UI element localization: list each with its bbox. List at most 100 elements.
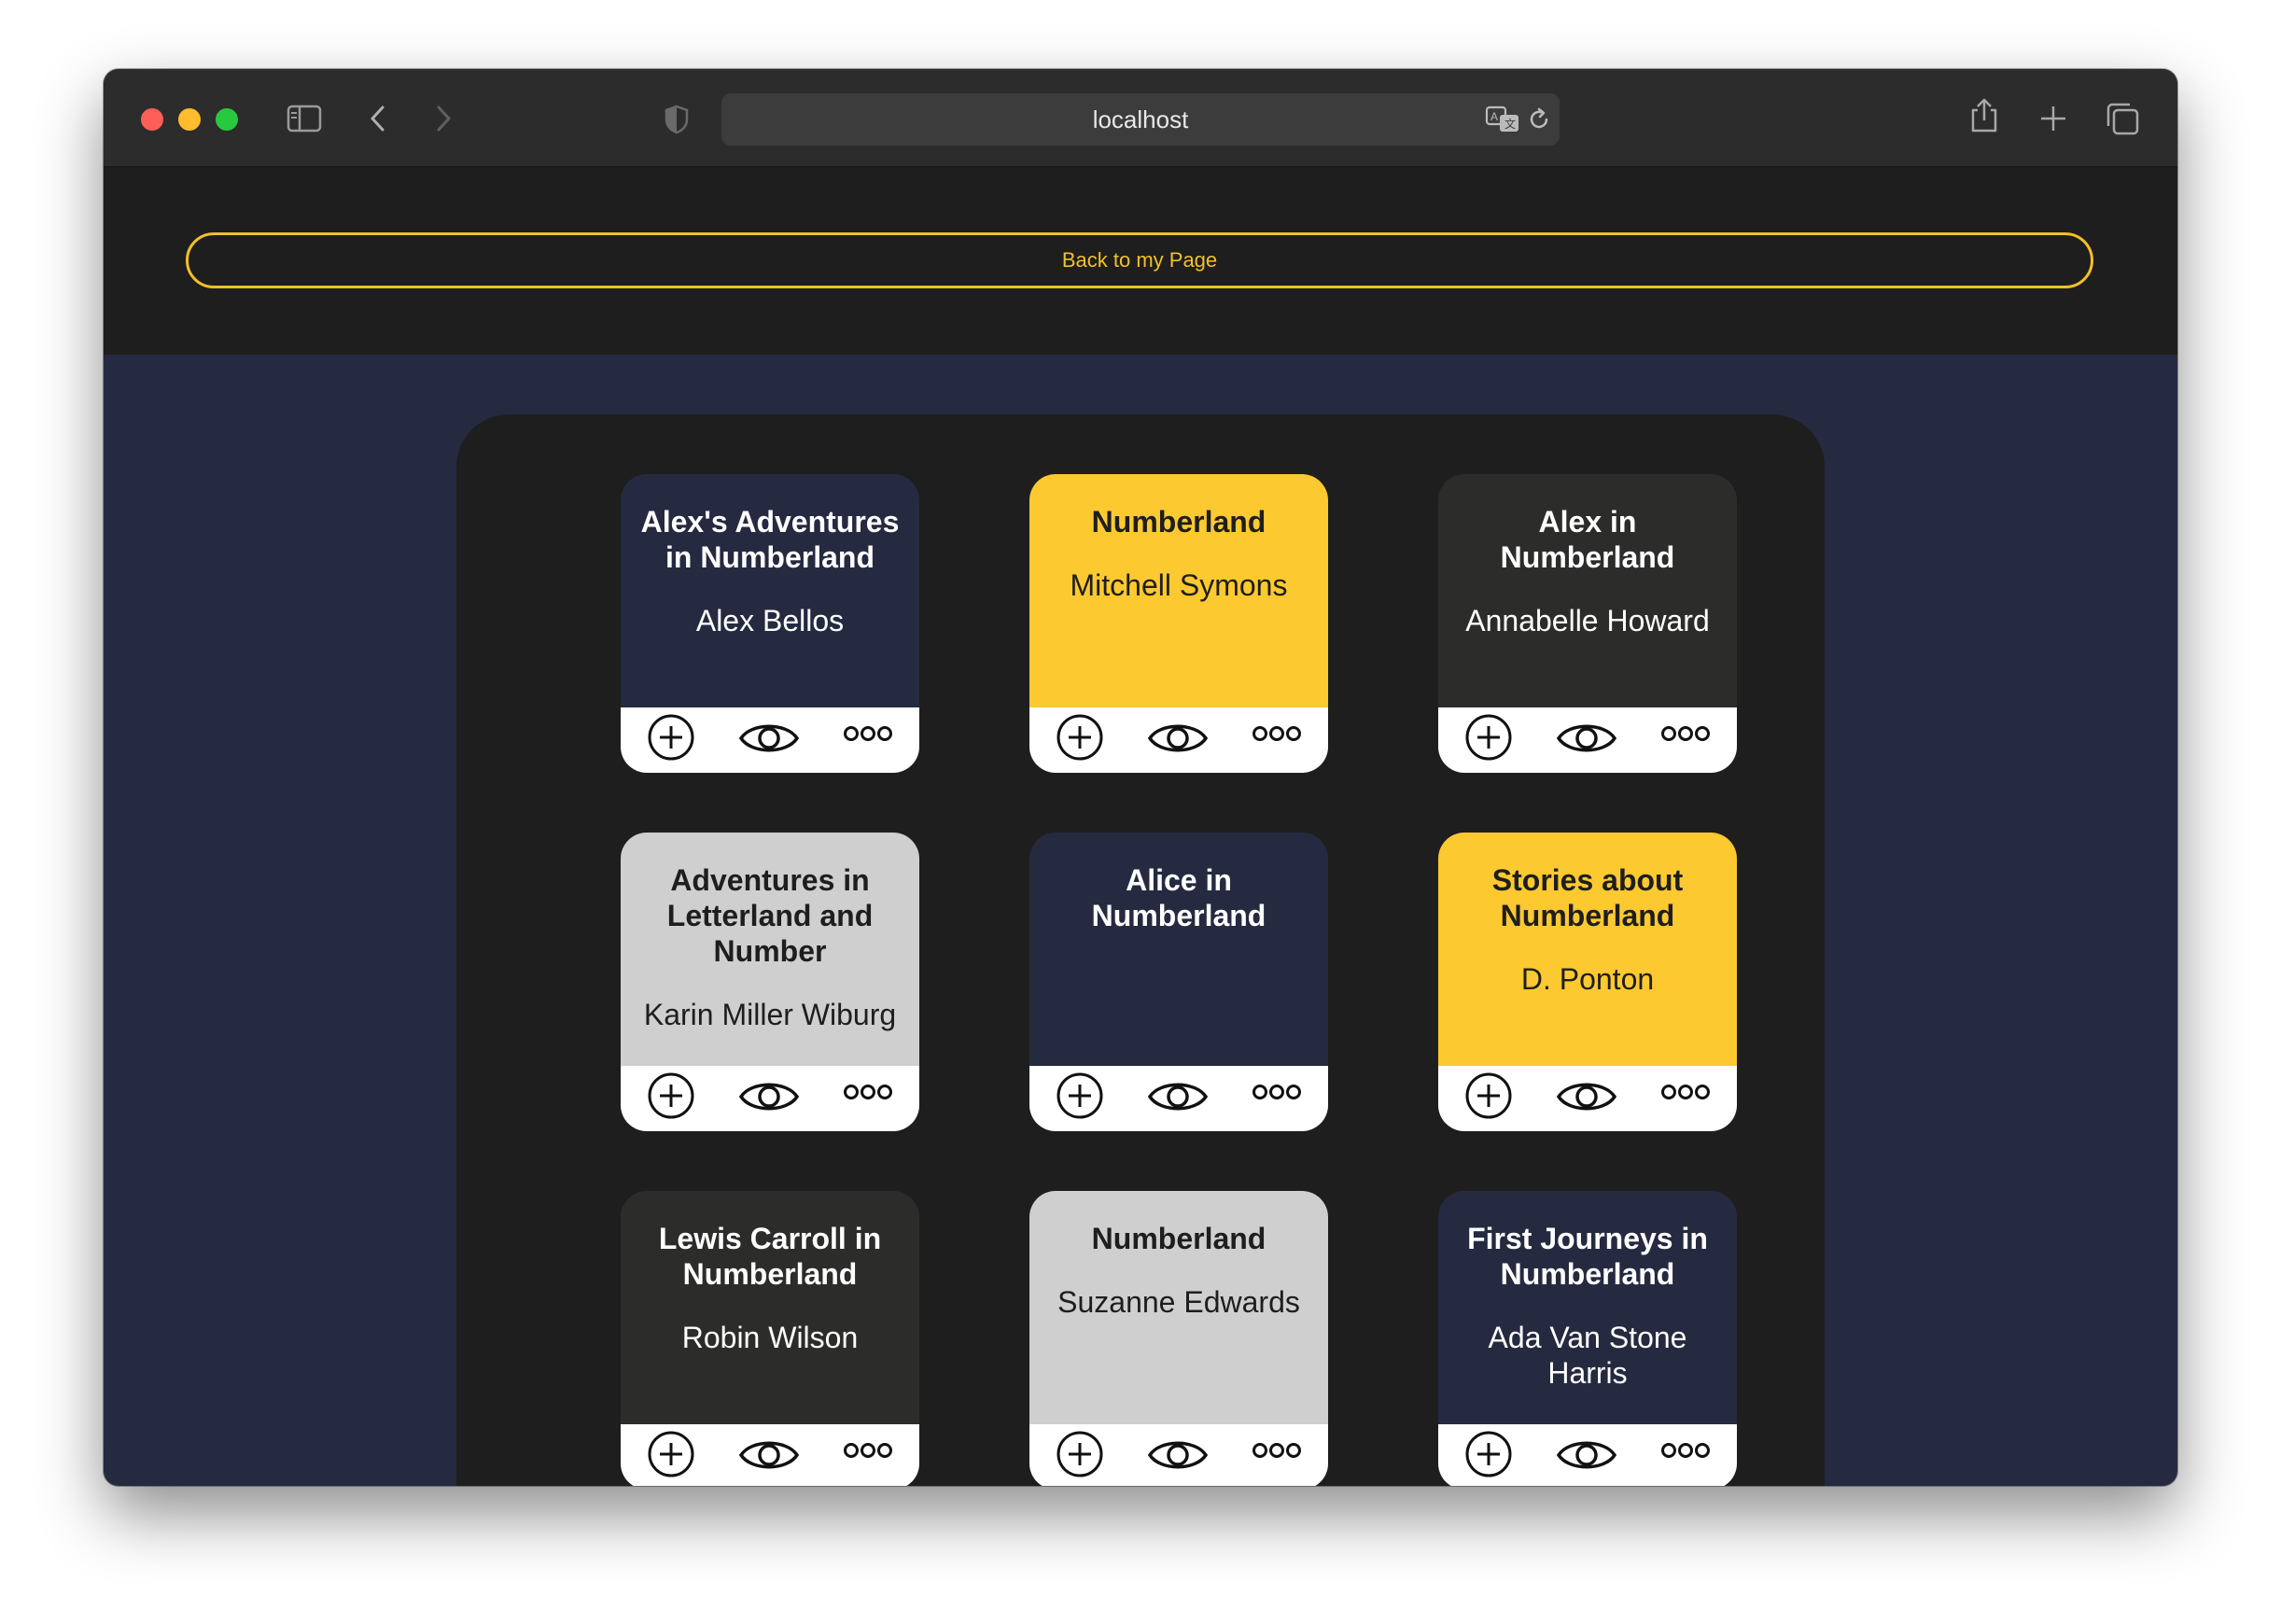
book-card-cover: Lewis Carroll in Numberland Robin Wilson	[621, 1191, 919, 1424]
view-book-button[interactable]	[1147, 1434, 1209, 1477]
more-dots-icon	[844, 726, 892, 741]
book-card-actions	[1438, 1424, 1737, 1486]
add-book-button[interactable]	[1056, 1430, 1104, 1478]
book-card[interactable]: Numberland Mitchell Symons	[1029, 474, 1328, 773]
book-title: Stories about Numberland	[1491, 863, 1684, 932]
more-dots-icon	[1252, 1085, 1301, 1099]
sidebar-icon[interactable]	[287, 105, 322, 133]
plus-circle-icon	[1057, 714, 1103, 761]
add-book-button[interactable]	[1464, 1071, 1513, 1120]
book-title: Alice in Numberland	[1091, 863, 1266, 932]
book-card-actions	[621, 1066, 919, 1131]
book-card[interactable]: Stories about Numberland D. Ponton	[1438, 833, 1737, 1131]
share-icon[interactable]	[1968, 97, 2000, 134]
more-dots-icon	[1252, 726, 1301, 741]
more-options-button[interactable]	[843, 1083, 893, 1101]
book-author: Suzanne Edwards	[1057, 1285, 1300, 1319]
book-card-actions	[621, 707, 919, 773]
book-card-actions	[1438, 707, 1737, 773]
eye-icon	[1556, 1083, 1617, 1111]
more-dots-icon	[844, 1443, 892, 1458]
plus-circle-icon	[648, 1431, 694, 1477]
book-author: Annabelle Howard	[1465, 604, 1710, 637]
view-book-button[interactable]	[738, 1075, 800, 1118]
add-book-button[interactable]	[1464, 713, 1513, 762]
more-options-button[interactable]	[1252, 1083, 1302, 1101]
eye-icon	[1147, 1083, 1209, 1111]
view-book-button[interactable]	[738, 1434, 800, 1477]
book-card[interactable]: Adventures in Letterland and Number Karin…	[621, 833, 919, 1131]
book-card[interactable]: Numberland Suzanne Edwards	[1029, 1191, 1328, 1486]
plus-circle-icon	[648, 1072, 694, 1119]
plus-circle-icon	[1465, 1431, 1512, 1477]
add-book-button[interactable]	[647, 1071, 695, 1120]
more-options-button[interactable]	[1660, 1083, 1711, 1101]
tab-overview-icon[interactable]	[2105, 101, 2140, 136]
view-book-button[interactable]	[1147, 717, 1209, 760]
more-options-button[interactable]	[1660, 1441, 1711, 1460]
more-dots-icon	[1661, 1443, 1710, 1458]
more-options-button[interactable]	[1252, 724, 1302, 743]
book-title: Numberland	[1091, 1222, 1266, 1255]
more-dots-icon	[1661, 726, 1710, 741]
view-book-button[interactable]	[1147, 1075, 1209, 1118]
book-card-actions	[1029, 1424, 1328, 1486]
svg-text:A: A	[1490, 110, 1498, 123]
view-book-button[interactable]	[1556, 1434, 1617, 1477]
book-card-cover: Alex's Adventures in Numberland Alex Bell…	[621, 474, 919, 707]
view-book-button[interactable]	[1556, 717, 1617, 760]
add-book-button[interactable]	[647, 1430, 695, 1478]
plus-circle-icon	[1465, 714, 1512, 761]
book-card-cover: Stories about Numberland D. Ponton	[1438, 833, 1737, 1066]
book-card[interactable]: First Journeys in Numberland Ada Van Ston…	[1438, 1191, 1737, 1486]
add-book-button[interactable]	[1056, 713, 1104, 762]
url-text: localhost	[1092, 105, 1189, 133]
forward-nav-icon[interactable]	[434, 105, 453, 133]
reload-icon[interactable]	[1526, 106, 1552, 133]
eye-icon	[738, 1083, 800, 1111]
address-bar[interactable]: localhost A文	[721, 93, 1560, 146]
book-card[interactable]: Alex's Adventures in Numberland Alex Bell…	[621, 474, 919, 773]
add-book-button[interactable]	[1464, 1430, 1513, 1478]
eye-icon	[738, 1441, 800, 1469]
plus-circle-icon	[1057, 1072, 1103, 1119]
minimize-window-button[interactable]	[178, 108, 201, 131]
eye-icon	[738, 724, 800, 752]
back-nav-icon[interactable]	[369, 105, 387, 133]
more-options-button[interactable]	[843, 1441, 893, 1460]
book-title: Alex in Numberland	[1500, 505, 1675, 574]
eye-icon	[1147, 724, 1209, 752]
book-card-actions	[1029, 1066, 1328, 1131]
close-window-button[interactable]	[141, 108, 163, 131]
book-card[interactable]: Alex in Numberland Annabelle Howard	[1438, 474, 1737, 773]
more-dots-icon	[1661, 1085, 1710, 1099]
eye-icon	[1556, 1441, 1617, 1469]
book-author: Mitchell Symons	[1070, 568, 1288, 602]
view-book-button[interactable]	[1556, 1075, 1617, 1118]
add-book-button[interactable]	[647, 713, 695, 762]
translate-icon[interactable]: A文	[1485, 105, 1520, 134]
plus-circle-icon	[1057, 1431, 1103, 1477]
back-to-my-page-button[interactable]: Back to my Page	[186, 232, 2093, 288]
book-title: Numberland	[1091, 505, 1266, 539]
book-card-actions	[1438, 1066, 1737, 1131]
add-book-button[interactable]	[1056, 1071, 1104, 1120]
book-card[interactable]: Alice in Numberland	[1029, 833, 1328, 1131]
privacy-shield-icon[interactable]	[664, 105, 690, 134]
book-card-cover: Adventures in Letterland and Number Karin…	[621, 833, 919, 1066]
book-title: Adventures in Letterland and Number	[666, 863, 874, 968]
browser-window: localhost A文 Back to my Page Alex's Adve…	[104, 69, 2177, 1486]
more-options-button[interactable]	[843, 724, 893, 743]
book-title: Alex's Adventures in Numberland	[640, 505, 900, 574]
more-dots-icon	[1252, 1443, 1301, 1458]
new-tab-icon[interactable]	[2039, 105, 2067, 133]
more-options-button[interactable]	[1660, 724, 1711, 743]
view-book-button[interactable]	[738, 717, 800, 760]
zoom-window-button[interactable]	[216, 108, 238, 131]
plus-circle-icon	[648, 714, 694, 761]
book-card[interactable]: Lewis Carroll in Numberland Robin Wilson	[621, 1191, 919, 1486]
book-card-actions	[621, 1424, 919, 1486]
more-options-button[interactable]	[1252, 1441, 1302, 1460]
eye-icon	[1556, 724, 1617, 752]
book-card-cover: Alice in Numberland	[1029, 833, 1328, 1066]
